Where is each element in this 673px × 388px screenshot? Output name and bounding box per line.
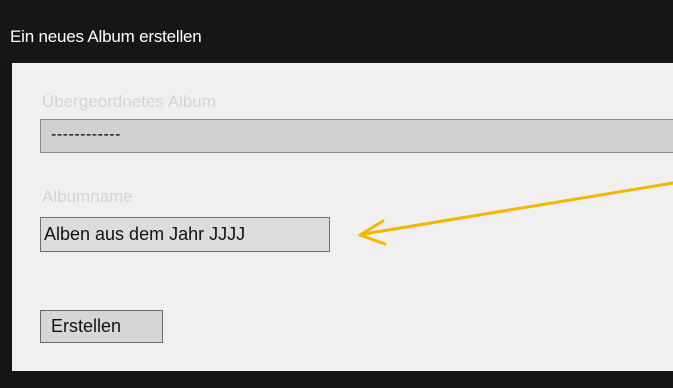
album-name-label: Albumname bbox=[42, 187, 133, 206]
album-name-value: Alben aus dem Jahr JJJJ bbox=[44, 224, 246, 244]
dialog-titlebar: Ein neues Album erstellen bbox=[0, 0, 673, 63]
create-button[interactable]: Erstellen bbox=[40, 310, 163, 343]
parent-album-select[interactable]: ------------ bbox=[40, 119, 673, 153]
parent-album-selected-value: ------------ bbox=[51, 126, 121, 143]
dialog-form-panel: Übergeordnetes Album ------------ Albumn… bbox=[12, 63, 673, 371]
create-album-dialog: Ein neues Album erstellen Übergeordnetes… bbox=[0, 0, 673, 388]
parent-album-label: Übergeordnetes Album bbox=[42, 92, 216, 111]
album-name-input[interactable]: Alben aus dem Jahr JJJJ bbox=[40, 217, 330, 252]
create-button-label: Erstellen bbox=[51, 316, 122, 336]
dialog-title: Ein neues Album erstellen bbox=[10, 27, 202, 46]
